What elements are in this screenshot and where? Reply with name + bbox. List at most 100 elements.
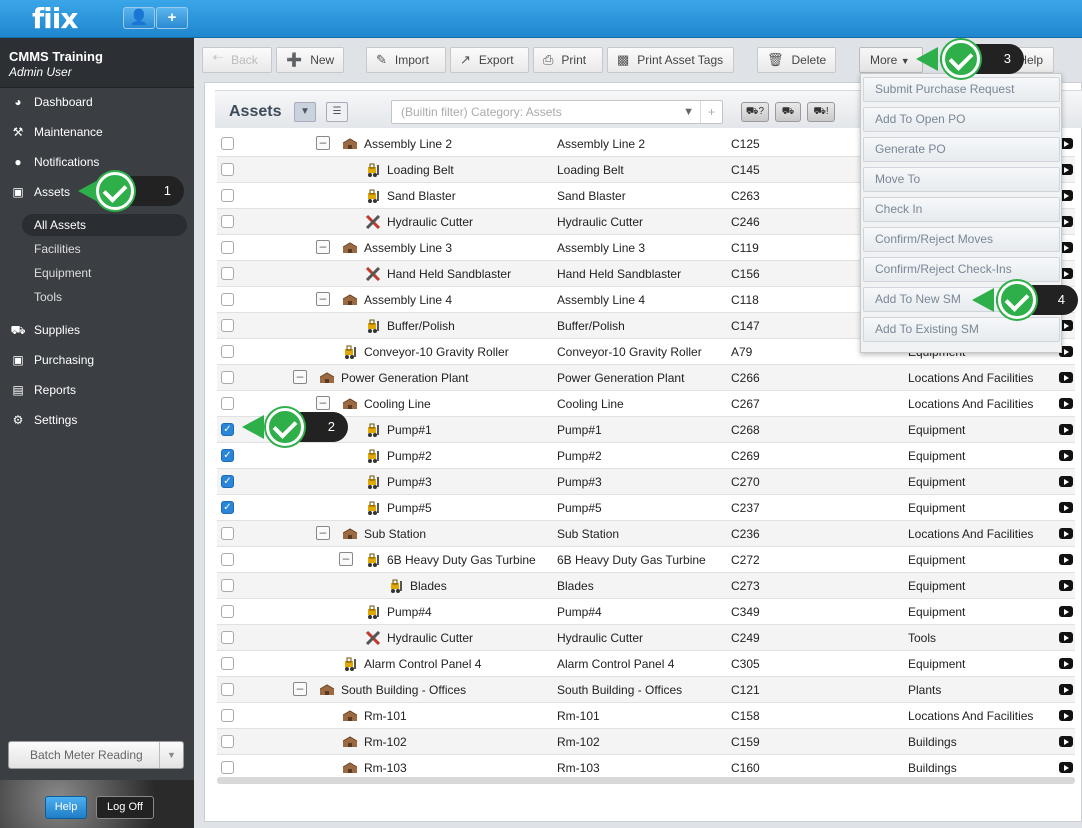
menu-check-in[interactable]: Check In bbox=[863, 197, 1060, 222]
play-icon[interactable] bbox=[1059, 658, 1073, 669]
row-checkbox[interactable] bbox=[221, 761, 234, 774]
table-row[interactable]: – South Building - Offices South Building … bbox=[217, 677, 1075, 703]
play-icon[interactable] bbox=[1059, 372, 1073, 383]
nav-supplies[interactable]: ⛟ Supplies bbox=[8, 320, 80, 340]
asset-name[interactable]: Cooling Line bbox=[364, 397, 431, 411]
tree-view-button[interactable]: ▼ bbox=[294, 102, 316, 122]
row-checkbox[interactable] bbox=[221, 735, 234, 748]
table-row[interactable]: ✓ Pump#2 Pump#2 C269 Equipment bbox=[217, 443, 1075, 469]
table-row[interactable]: ✓ Pump#3 Pump#3 C270 Equipment bbox=[217, 469, 1075, 495]
row-checkbox[interactable]: ✓ bbox=[221, 475, 234, 488]
table-row[interactable]: Hydraulic Cutter Hydraulic Cutter C249 Tool… bbox=[217, 625, 1075, 651]
table-row[interactable]: Alarm Control Panel 4 Alarm Control Panel… bbox=[217, 651, 1075, 677]
asset-name[interactable]: Rm-103 bbox=[364, 761, 407, 775]
asset-name[interactable]: Sub Station bbox=[364, 527, 426, 541]
table-row[interactable]: ✓ Pump#5 Pump#5 C237 Equipment bbox=[217, 495, 1075, 521]
asset-name[interactable]: Pump#5 bbox=[387, 501, 432, 515]
new-button[interactable]: ➕ New bbox=[276, 47, 344, 73]
row-checkbox[interactable] bbox=[221, 267, 234, 280]
row-checkbox[interactable] bbox=[221, 137, 234, 150]
play-icon[interactable] bbox=[1059, 476, 1073, 487]
logoff-button[interactable]: Log Off bbox=[96, 796, 154, 819]
table-row[interactable]: – Sub Station Sub Station C236 Locations And… bbox=[217, 521, 1075, 547]
play-icon[interactable] bbox=[1059, 502, 1073, 513]
asset-name[interactable]: Rm-102 bbox=[364, 735, 407, 749]
asset-name[interactable]: South Building - Offices bbox=[341, 683, 466, 697]
delete-button[interactable]: 🗑 Delete bbox=[757, 47, 836, 73]
import-button[interactable]: ✎ Import bbox=[366, 47, 446, 73]
truck-alert-button[interactable]: ⛟! bbox=[807, 102, 835, 122]
horizontal-scrollbar[interactable] bbox=[217, 777, 1075, 784]
asset-name[interactable]: Assembly Line 2 bbox=[364, 137, 452, 151]
asset-name[interactable]: Loading Belt bbox=[387, 163, 454, 177]
row-checkbox[interactable] bbox=[221, 605, 234, 618]
row-checkbox[interactable] bbox=[221, 397, 234, 410]
play-icon[interactable] bbox=[1059, 450, 1073, 461]
asset-name[interactable]: Hydraulic Cutter bbox=[387, 215, 473, 229]
collapse-toggle[interactable]: – bbox=[293, 682, 307, 696]
row-checkbox[interactable] bbox=[221, 189, 234, 202]
play-icon[interactable] bbox=[1059, 554, 1073, 565]
row-checkbox[interactable] bbox=[221, 553, 234, 566]
table-row[interactable]: – Power Generation Plant Power Generation … bbox=[217, 365, 1075, 391]
row-checkbox[interactable] bbox=[221, 631, 234, 644]
play-icon[interactable] bbox=[1059, 580, 1073, 591]
row-checkbox[interactable]: ✓ bbox=[221, 449, 234, 462]
chevron-down-icon[interactable]: ▼ bbox=[159, 742, 183, 768]
back-button[interactable]: 🠠 Back bbox=[202, 47, 272, 73]
row-checkbox[interactable] bbox=[221, 579, 234, 592]
row-checkbox[interactable] bbox=[221, 241, 234, 254]
menu-generate-po[interactable]: Generate PO bbox=[863, 137, 1060, 162]
truck-button[interactable]: ⛟ bbox=[775, 102, 801, 122]
nav-settings[interactable]: ⚙ Settings bbox=[8, 410, 78, 430]
filter-select[interactable]: (Builtin filter) Category: Assets ▼ + bbox=[391, 100, 723, 124]
nav-dashboard[interactable]: ◕ Dashboard bbox=[8, 92, 92, 112]
asset-name[interactable]: Assembly Line 4 bbox=[364, 293, 452, 307]
add-button[interactable]: + bbox=[156, 7, 188, 29]
collapse-toggle[interactable]: – bbox=[316, 240, 330, 254]
play-icon[interactable] bbox=[1059, 632, 1073, 643]
asset-name[interactable]: Power Generation Plant bbox=[341, 371, 468, 385]
list-view-button[interactable]: ☰ bbox=[326, 102, 348, 122]
collapse-toggle[interactable]: – bbox=[316, 526, 330, 540]
play-icon[interactable] bbox=[1059, 398, 1073, 409]
play-icon[interactable] bbox=[1059, 762, 1073, 773]
nav-notifications[interactable]: ● Notifications bbox=[8, 152, 99, 172]
asset-name[interactable]: Blades bbox=[410, 579, 447, 593]
truck-question-button[interactable]: ⛟? bbox=[741, 102, 769, 122]
fiix-logo[interactable]: fiix bbox=[32, 2, 78, 35]
table-row[interactable]: – 6B Heavy Duty Gas Turbine 6B Heavy Duty … bbox=[217, 547, 1075, 573]
sub-equipment[interactable]: Equipment bbox=[34, 266, 91, 280]
sub-facilities[interactable]: Facilities bbox=[34, 242, 81, 256]
play-icon[interactable] bbox=[1059, 684, 1073, 695]
nav-purchasing[interactable]: ▣ Purchasing bbox=[8, 350, 94, 370]
nav-maintenance[interactable]: ⚒ Maintenance bbox=[8, 122, 103, 142]
collapse-toggle[interactable]: – bbox=[316, 136, 330, 150]
row-checkbox[interactable] bbox=[221, 657, 234, 670]
collapse-toggle[interactable]: – bbox=[316, 292, 330, 306]
row-checkbox[interactable] bbox=[221, 683, 234, 696]
asset-name[interactable]: 6B Heavy Duty Gas Turbine bbox=[387, 553, 536, 567]
play-icon[interactable] bbox=[1059, 424, 1073, 435]
row-checkbox[interactable] bbox=[221, 709, 234, 722]
menu-add-to-existing-sm[interactable]: Add To Existing SM bbox=[863, 317, 1060, 342]
asset-name[interactable]: Pump#2 bbox=[387, 449, 432, 463]
nav-assets[interactable]: ▣ Assets bbox=[8, 182, 70, 202]
asset-name[interactable]: Hydraulic Cutter bbox=[387, 631, 473, 645]
menu-move-to[interactable]: Move To bbox=[863, 167, 1060, 192]
menu-confirm-reject-moves[interactable]: Confirm/Reject Moves bbox=[863, 227, 1060, 252]
menu-confirm-reject-check-ins[interactable]: Confirm/Reject Check-Ins bbox=[863, 257, 1060, 282]
menu-submit-purchase-request[interactable]: Submit Purchase Request bbox=[863, 77, 1060, 102]
add-filter-button[interactable]: + bbox=[700, 101, 722, 123]
user-button[interactable]: 👤 bbox=[123, 7, 155, 29]
row-checkbox[interactable]: ✓ bbox=[221, 501, 234, 514]
asset-name[interactable]: Pump#1 bbox=[387, 423, 432, 437]
play-icon[interactable] bbox=[1059, 528, 1073, 539]
play-icon[interactable] bbox=[1059, 736, 1073, 747]
row-checkbox[interactable] bbox=[221, 319, 234, 332]
table-row[interactable]: Blades Blades C273 Equipment bbox=[217, 573, 1075, 599]
table-row[interactable]: Rm-101 Rm-101 C158 Locations And Facilities bbox=[217, 703, 1075, 729]
play-icon[interactable] bbox=[1059, 710, 1073, 721]
row-checkbox[interactable] bbox=[221, 293, 234, 306]
asset-name[interactable]: Assembly Line 3 bbox=[364, 241, 452, 255]
